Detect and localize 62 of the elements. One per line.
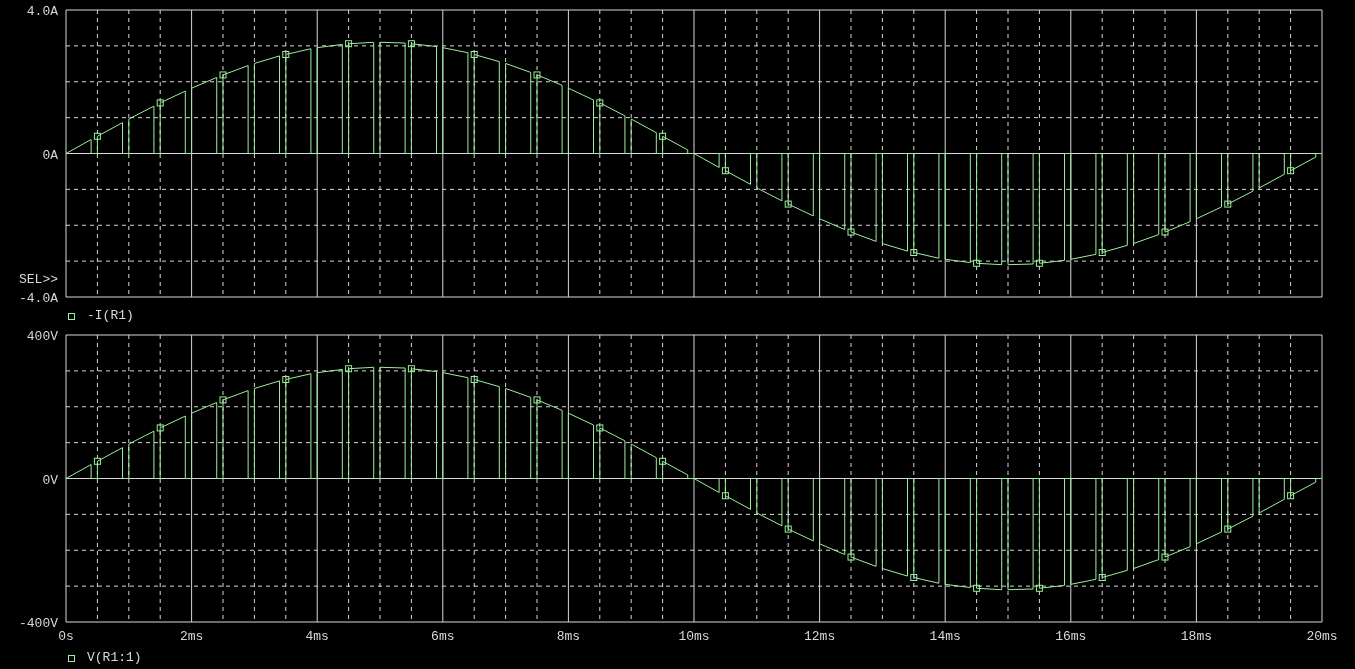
- x-tick-label: 12ms: [804, 629, 836, 644]
- data-marker: [93, 132, 101, 140]
- x-tick-label: 14ms: [929, 629, 961, 644]
- data-marker: [1224, 200, 1232, 208]
- data-marker: [156, 99, 164, 107]
- data-marker: [282, 51, 290, 58]
- y-tick-label: -4.0A: [19, 291, 58, 305]
- data-marker: [847, 228, 855, 236]
- data-marker: [407, 365, 415, 373]
- y-tick-label: 0A: [42, 147, 58, 163]
- x-tick-label: 6ms: [431, 629, 455, 644]
- data-marker: [219, 71, 227, 79]
- data-marker: [784, 525, 792, 533]
- data-marker: [721, 167, 729, 175]
- x-tick-label: 4ms: [305, 629, 329, 644]
- data-marker: [1224, 525, 1232, 533]
- data-marker: [470, 376, 478, 383]
- data-marker: [1098, 249, 1106, 256]
- y-tick-label: 400V: [26, 329, 58, 344]
- data-marker: [1287, 492, 1295, 500]
- data-marker: [659, 457, 667, 465]
- data-marker: [219, 396, 227, 404]
- x-tick-label: 2ms: [179, 629, 204, 644]
- data-marker: [407, 40, 415, 48]
- x-tick-label: 10ms: [678, 629, 710, 644]
- data-marker: [596, 99, 604, 107]
- x-tick-label: 8ms: [556, 629, 581, 644]
- y-tick-label: -400V: [19, 616, 58, 631]
- data-marker: [910, 574, 918, 581]
- data-marker: [973, 584, 981, 592]
- data-marker: [784, 200, 792, 208]
- data-marker: [847, 553, 855, 561]
- data-marker: [1161, 228, 1169, 236]
- square-marker-icon: [68, 654, 75, 662]
- trace-legend: V(R1:1): [87, 648, 142, 668]
- data-marker: [973, 259, 981, 267]
- data-marker: [910, 249, 918, 256]
- data-marker: [156, 424, 164, 432]
- selection-marker: SEL>>: [19, 272, 58, 287]
- data-marker: [533, 71, 541, 79]
- data-marker: [1035, 584, 1043, 592]
- data-marker: [1035, 259, 1043, 267]
- x-tick-label: 18ms: [1180, 629, 1212, 644]
- data-marker: [1287, 167, 1295, 175]
- data-marker: [93, 457, 101, 465]
- data-marker: [345, 40, 353, 48]
- data-marker: [659, 132, 667, 140]
- y-tick-label: 4.0A: [26, 4, 58, 19]
- data-marker: [1161, 553, 1169, 561]
- trace-legend: -I(R1): [87, 306, 134, 326]
- y-tick-label: 0V: [42, 472, 58, 488]
- x-tick-label: 20ms: [1306, 629, 1338, 644]
- square-marker-icon: [68, 312, 75, 320]
- data-marker: [533, 396, 541, 404]
- data-marker: [1098, 574, 1106, 581]
- data-marker: [596, 424, 604, 432]
- data-marker: [345, 365, 353, 373]
- x-tick-label: 16ms: [1055, 629, 1087, 644]
- data-marker: [282, 376, 290, 383]
- x-tick-label: 0s: [58, 629, 74, 644]
- data-marker: [470, 51, 478, 58]
- data-marker: [721, 492, 729, 500]
